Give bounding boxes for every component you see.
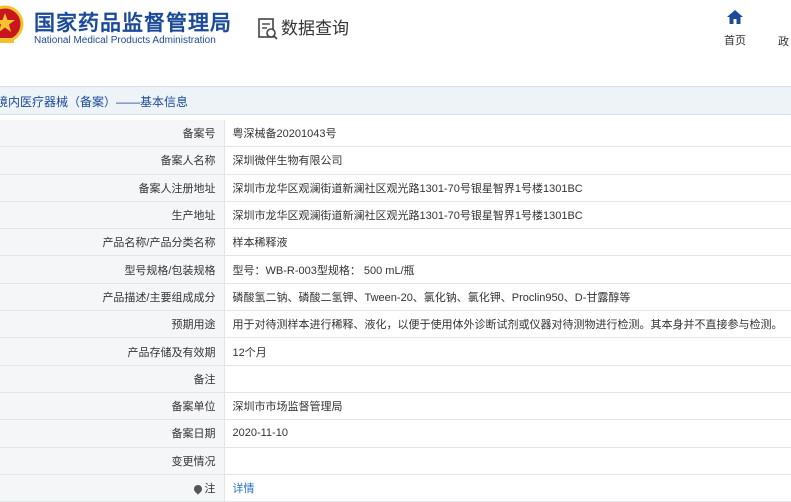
- field-value: 2020-11-10: [224, 419, 791, 448]
- field-label: 备案号: [0, 120, 225, 148]
- nav-item-truncated[interactable]: 政: [778, 33, 789, 49]
- table-row: 变更情况: [0, 447, 791, 475]
- field-label: 备注: [0, 365, 225, 393]
- national-emblem-icon: [0, 5, 24, 43]
- table-row: 备案人注册地址 深圳市龙华区观澜街道新澜社区观光路1301-70号银星智界1号楼…: [0, 174, 791, 202]
- table-row: 备案日期 2020-11-10: [0, 419, 791, 448]
- details-link[interactable]: 详情: [233, 483, 255, 495]
- field-value: 深圳微伴生物有限公司: [224, 146, 791, 175]
- table-row: 产品描述/主要组成成分 磷酸氢二钠、磷酸二氢钾、Tween-20、氯化钠、氯化钾…: [0, 283, 791, 312]
- table-row: 生产地址 深圳市龙华区观澜街道新澜社区观光路1301-70号银星智界1号楼130…: [0, 201, 791, 230]
- section-title-bar: 境内医疗器械（备案）——基本信息: [0, 86, 791, 115]
- table-row: 备案人名称 深圳微伴生物有限公司: [0, 146, 791, 175]
- home-icon: [727, 10, 743, 24]
- section-title: 境内医疗器械（备案）——基本信息: [0, 95, 189, 109]
- table-row: 备注: [0, 365, 791, 393]
- field-value: 磷酸氢二钠、磷酸二氢钾、Tween-20、氯化钠、氯化钾、Proclin950、…: [224, 283, 791, 312]
- field-value: [224, 365, 791, 393]
- nav-home-label: 首页: [724, 35, 746, 47]
- field-value: 型号：WB-R-003型规格： 500 mL/瓶: [224, 255, 791, 284]
- field-value: [224, 447, 791, 475]
- field-value: 深圳市龙华区观澜街道新澜社区观光路1301-70号银星智界1号楼1301BC: [224, 201, 791, 230]
- field-value: 深圳市市场监督管理局: [224, 392, 791, 421]
- field-label: 备案人名称: [0, 146, 225, 175]
- data-query-title: 数据查询: [281, 19, 349, 39]
- field-value: 深圳市龙华区观澜街道新澜社区观光路1301-70号银星智界1号楼1301BC: [224, 174, 791, 202]
- table-row: 产品存储及有效期 12个月: [0, 337, 791, 366]
- field-label: 产品存储及有效期: [0, 337, 225, 366]
- table-row: 预期用途 用于对待测样本进行稀释、液化，以便于使用体外诊断试剂或仪器对待测物进行…: [0, 310, 791, 339]
- data-query-icon: [258, 18, 278, 40]
- location-pin-icon: [191, 483, 204, 495]
- record-detail-table: 备案号 粤深械备20201043号 备案人名称 深圳微伴生物有限公司 备案人注册…: [0, 120, 791, 502]
- table-row: 备案号 粤深械备20201043号: [0, 120, 791, 148]
- field-value: 12个月: [224, 337, 791, 366]
- field-label: 备案日期: [0, 419, 225, 448]
- table-row-note: 注 详情: [0, 474, 791, 502]
- field-label: 产品描述/主要组成成分: [0, 283, 225, 312]
- note-label: 注: [204, 483, 216, 495]
- nav-home-link[interactable]: 首页: [718, 10, 752, 48]
- field-label: 备案单位: [0, 392, 225, 421]
- field-label: 型号规格/包装规格: [0, 255, 225, 284]
- logo-title-cn[interactable]: 国家药品监督管理局: [34, 7, 232, 37]
- field-label: 备案人注册地址: [0, 174, 225, 202]
- site-header: 国家药品监督管理局 National Medical Products Admi…: [0, 0, 791, 62]
- field-value: 用于对待测样本进行稀释、液化，以便于使用体外诊断试剂或仪器对待测物进行检测。其本…: [224, 310, 791, 339]
- field-value: 样本稀释液: [224, 228, 791, 257]
- table-row: 型号规格/包装规格 型号：WB-R-003型规格： 500 mL/瓶: [0, 255, 791, 284]
- table-row: 备案单位 深圳市市场监督管理局: [0, 392, 791, 421]
- field-label: 产品名称/产品分类名称: [0, 228, 225, 257]
- note-label-cell: 注: [0, 474, 225, 502]
- field-label: 预期用途: [0, 310, 225, 339]
- logo-title-en[interactable]: National Medical Products Administration: [34, 35, 216, 46]
- field-value: 粤深械备20201043号: [224, 120, 791, 148]
- field-label: 生产地址: [0, 201, 225, 230]
- note-value-cell: 详情: [224, 474, 791, 502]
- table-row: 产品名称/产品分类名称 样本稀释液: [0, 228, 791, 257]
- field-label: 变更情况: [0, 447, 225, 475]
